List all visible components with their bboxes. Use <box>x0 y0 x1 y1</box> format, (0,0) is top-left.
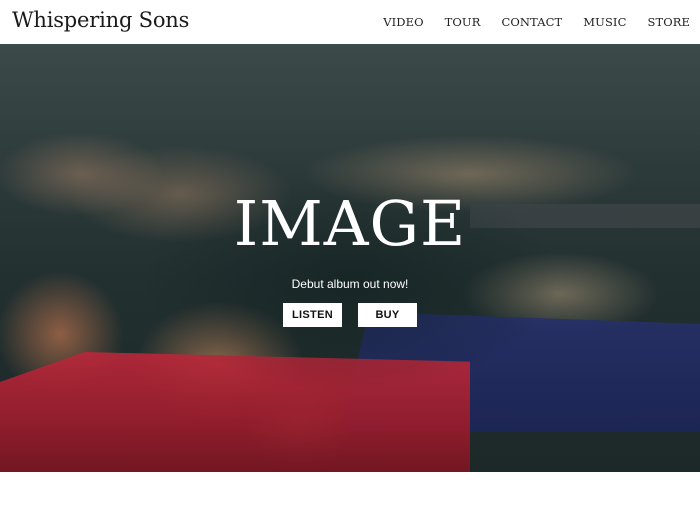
nav-item-tour[interactable]: TOUR <box>445 15 481 29</box>
hero-banner: IMAGE Debut album out now! LISTEN BUY <box>0 44 700 472</box>
site-header: Whispering Sons VIDEO TOUR CONTACT MUSIC… <box>0 0 700 44</box>
buy-button[interactable]: BUY <box>358 303 417 327</box>
nav-item-music[interactable]: MUSIC <box>583 15 626 29</box>
album-announcement: Debut album out now! <box>291 277 409 291</box>
nav-item-video[interactable]: VIDEO <box>383 15 423 29</box>
nav-item-contact[interactable]: CONTACT <box>501 15 562 29</box>
main-nav: VIDEO TOUR CONTACT MUSIC STORE <box>383 15 690 29</box>
brand-logo-link[interactable]: Whispering Sons <box>12 8 189 32</box>
listen-button[interactable]: LISTEN <box>283 303 342 327</box>
hero-content: IMAGE Debut album out now! LISTEN BUY <box>0 189 700 327</box>
nav-item-store[interactable]: STORE <box>647 15 690 29</box>
album-title: IMAGE <box>233 187 467 260</box>
hero-buttons: LISTEN BUY <box>0 303 700 327</box>
